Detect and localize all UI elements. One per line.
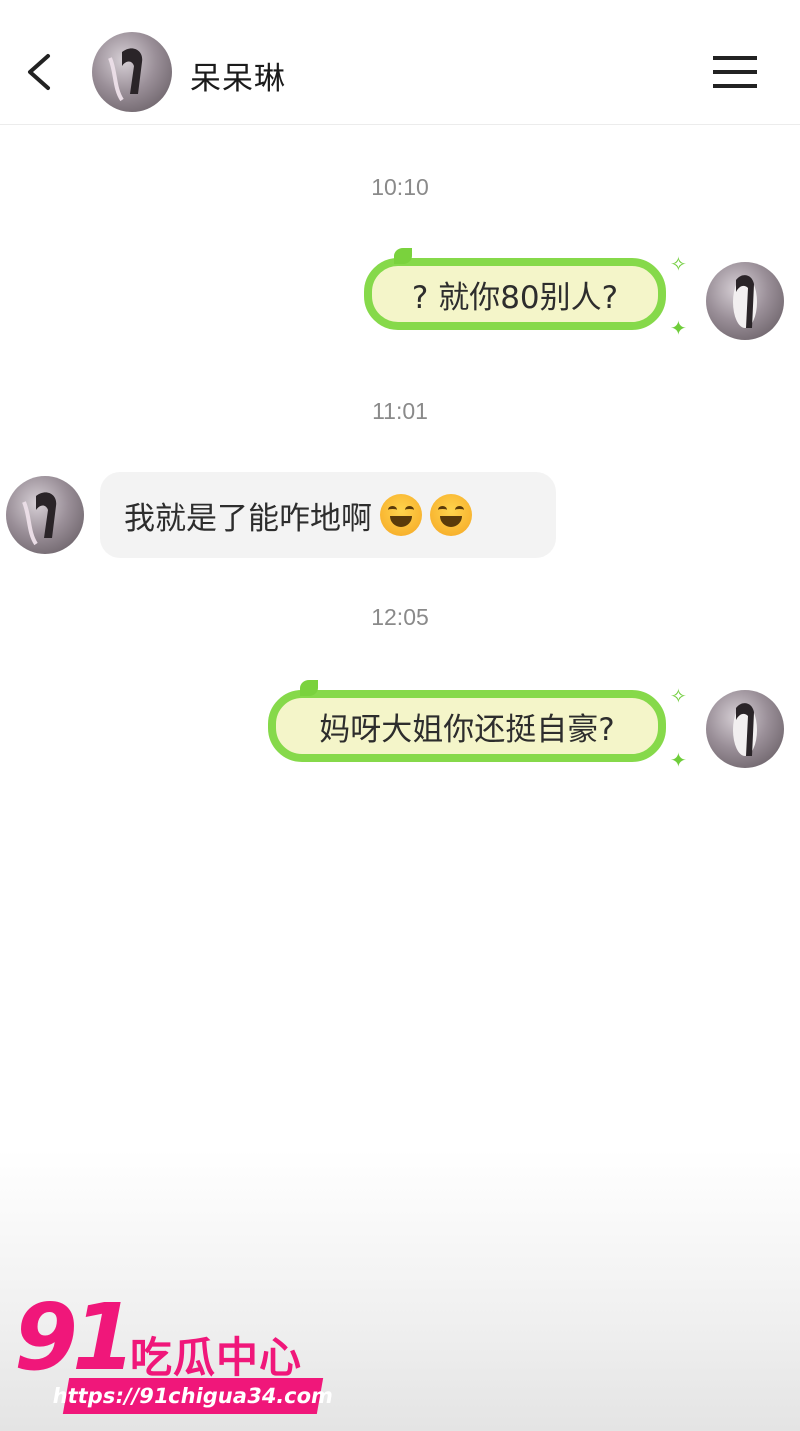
leaf-decoration-icon	[394, 248, 412, 264]
contact-avatar[interactable]	[6, 476, 84, 554]
tears-of-joy-emoji-icon	[380, 494, 422, 536]
my-avatar[interactable]	[706, 690, 784, 768]
sparkle-icon: ✧	[670, 252, 687, 276]
tears-of-joy-emoji-icon	[430, 494, 472, 536]
hamburger-menu-icon[interactable]	[708, 50, 762, 94]
watermark-title: 吃瓜中心	[130, 1333, 303, 1382]
incoming-message-bubble[interactable]: 我就是了能咋地啊	[100, 472, 556, 558]
message-text: 我就是了能咋地啊	[124, 500, 372, 537]
timestamp: 10:10	[371, 174, 429, 200]
sparkle-icon: ✧	[670, 684, 687, 708]
outgoing-message-bubble[interactable]: ? 就你80别人?	[364, 258, 666, 330]
sparkle-icon: ✦	[670, 748, 687, 772]
timestamp: 11:01	[372, 398, 428, 424]
my-avatar[interactable]	[706, 262, 784, 340]
contact-avatar[interactable]	[92, 32, 172, 112]
message-text: ? 就你80别人?	[411, 279, 619, 316]
chevron-left-icon[interactable]	[18, 50, 62, 94]
watermark-url-text: https://91chigua34.com	[50, 1384, 336, 1408]
sparkle-icon: ✦	[670, 316, 687, 340]
outgoing-message-bubble[interactable]: 妈呀大姐你还挺自豪?	[268, 690, 666, 762]
watermark-logo: 91	[14, 1284, 136, 1391]
timestamp: 12:05	[371, 604, 429, 630]
chat-header: 呆呆琳	[0, 0, 800, 125]
message-text: 妈呀大姐你还挺自豪?	[319, 711, 615, 748]
leaf-decoration-icon	[300, 680, 318, 696]
contact-name: 呆呆琳	[190, 61, 286, 97]
watermark-url: https://91chigua34.com	[51, 1378, 335, 1414]
